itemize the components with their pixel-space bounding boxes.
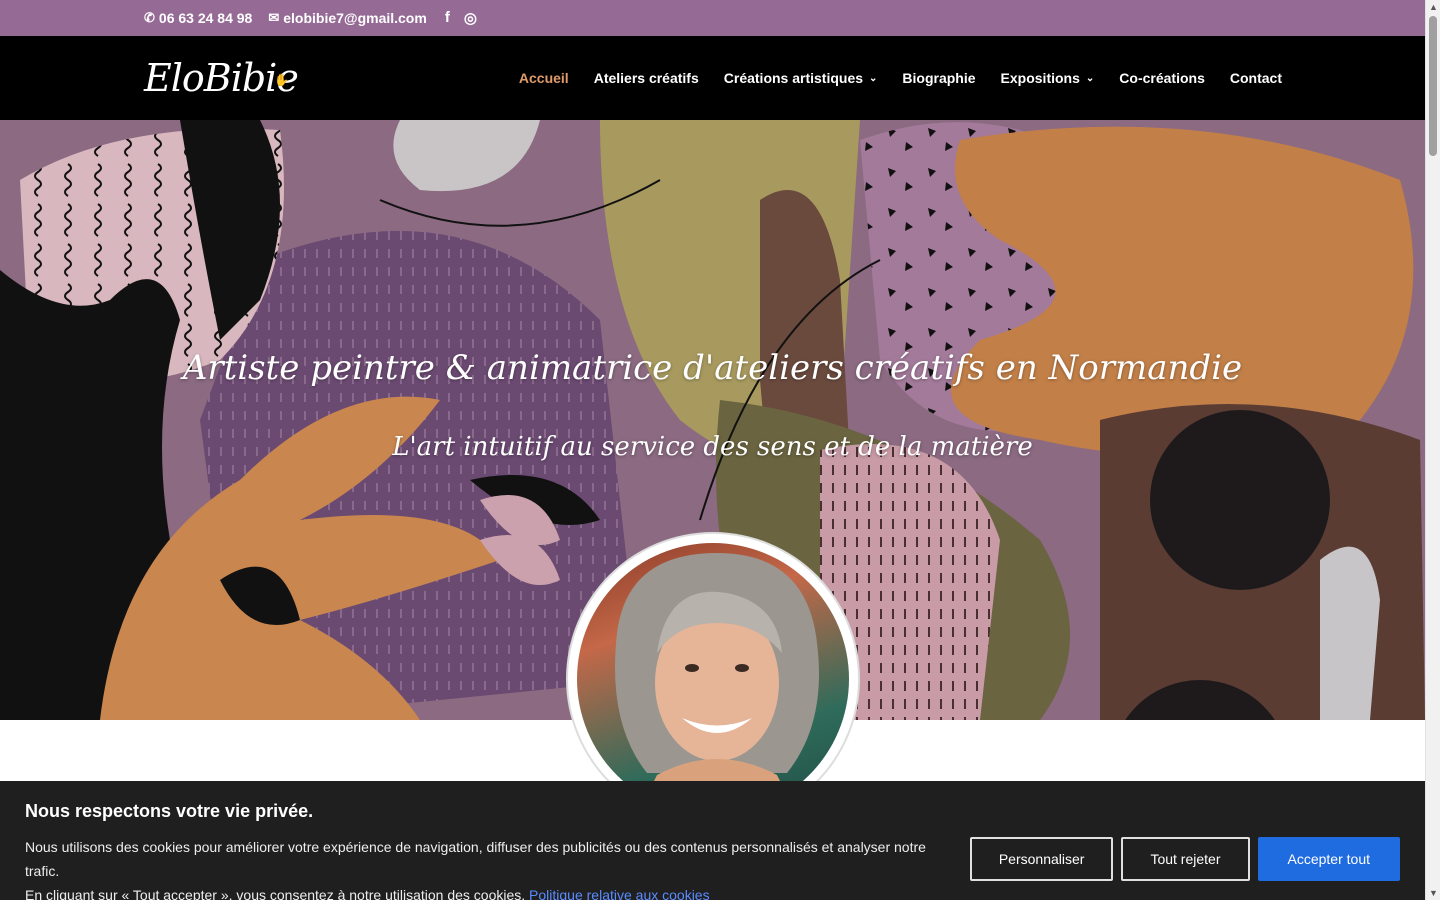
cookie-banner: Nous respectons votre vie privée. Nous u… — [0, 781, 1425, 900]
nav-expositions[interactable]: Expositions ⌄ — [1001, 70, 1095, 86]
hand-icon: ✋ — [274, 73, 289, 87]
scroll-up-icon[interactable]: ▲ — [1429, 2, 1438, 12]
main-nav: Accueil Ateliers créatifs Créations arti… — [519, 36, 1282, 120]
cookie-line-1: Nous utilisons des cookies pour améliore… — [25, 839, 926, 879]
scroll-down-icon[interactable]: ▼ — [1429, 888, 1438, 898]
phone-icon: ✆ — [144, 10, 155, 25]
customize-button[interactable]: Personnaliser — [969, 837, 1114, 881]
facebook-icon[interactable]: f — [445, 9, 450, 27]
cookie-line-2-text: En cliquant sur « Tout accepter », vous … — [25, 887, 526, 900]
page-scrollbar[interactable]: ▲ ▼ — [1425, 0, 1440, 900]
hero-title: Artiste peintre & animatrice d'ateliers … — [182, 348, 1243, 388]
hero-subtitle: L'art intuitif au service des sens et de… — [392, 432, 1033, 462]
cookie-policy-link[interactable]: Politique relative aux cookies — [529, 887, 710, 900]
email-link[interactable]: ✉ elobibie7@gmail.com — [268, 10, 426, 26]
nav-label: Biographie — [902, 70, 976, 86]
top-bar: ✆ 06 63 24 84 98 ✉ elobibie7@gmail.com f… — [0, 0, 1425, 36]
nav-contact[interactable]: Contact — [1230, 70, 1282, 86]
cookie-title: Nous respectons votre vie privée. — [25, 801, 314, 821]
scroll-thumb[interactable] — [1429, 16, 1437, 156]
portrait-photo — [577, 543, 849, 815]
accept-all-button[interactable]: Accepter tout — [1257, 837, 1400, 881]
nav-creations-artistiques[interactable]: Créations artistiques ⌄ — [724, 70, 878, 86]
nav-label: Accueil — [518, 70, 569, 86]
nav-label: Co-créations — [1119, 70, 1205, 86]
reject-all-button[interactable]: Tout rejeter — [1121, 837, 1250, 881]
cookie-line-2: En cliquant sur « Tout accepter », vous … — [25, 883, 955, 900]
chevron-down-icon: ⌄ — [869, 72, 878, 84]
nav-ateliers-creatifs[interactable]: Ateliers créatifs — [594, 70, 699, 86]
nav-label: Contact — [1229, 70, 1282, 86]
nav-label: Créations artistiques — [723, 70, 864, 86]
phone-number: 06 63 24 84 98 — [158, 10, 253, 26]
phone-link[interactable]: ✆ 06 63 24 84 98 — [144, 10, 252, 26]
chevron-down-icon: ⌄ — [1085, 72, 1095, 84]
nav-biographie[interactable]: Biographie — [902, 70, 975, 86]
cookie-text: Nous utilisons des cookies pour améliore… — [25, 835, 955, 900]
instagram-icon[interactable]: ◎ — [464, 9, 477, 27]
nav-co-creations[interactable]: Co-créations — [1119, 70, 1205, 86]
site-logo[interactable]: EloBibie ✋ — [144, 50, 299, 106]
email-address: elobibie7@gmail.com — [283, 10, 427, 26]
nav-label: Expositions — [1000, 70, 1080, 86]
main-header: EloBibie ✋ Accueil Ateliers créatifs Cré… — [0, 36, 1425, 120]
envelope-icon: ✉ — [268, 10, 280, 25]
portrait-illustration — [615, 553, 819, 815]
nav-accueil[interactable]: Accueil — [519, 70, 569, 86]
nav-label: Ateliers créatifs — [593, 70, 699, 86]
